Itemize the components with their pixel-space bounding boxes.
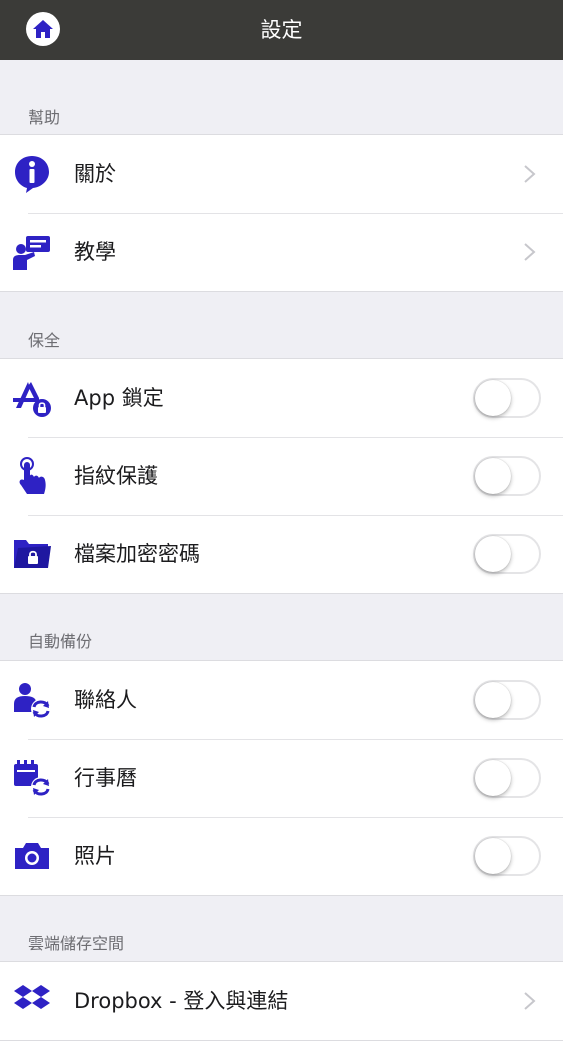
section-header-security: 保全 — [28, 331, 61, 350]
app-lock-label: App 鎖定 — [74, 386, 164, 410]
toggle-knob — [475, 458, 511, 494]
security-group: App 鎖定 指紋保護 檔案加密密碼 — [0, 358, 563, 594]
cloud-group: Dropbox - 登入與連結 — [0, 961, 563, 1041]
chevron-right-icon — [524, 243, 536, 261]
info-icon — [12, 154, 52, 194]
page-title: 設定 — [260, 18, 303, 42]
calendar-sync-icon — [12, 758, 52, 798]
calendar-label: 行事曆 — [74, 766, 137, 790]
calendar-row: 行事曆 — [0, 739, 563, 817]
tutorial-label: 教學 — [74, 240, 116, 264]
home-button[interactable] — [26, 12, 60, 46]
section-header-cloud: 雲端儲存空間 — [28, 934, 125, 953]
calendar-toggle[interactable] — [473, 758, 541, 798]
about-label: 關於 — [74, 162, 116, 186]
photos-label: 照片 — [74, 844, 116, 868]
file-encryption-row: 檔案加密密碼 — [0, 515, 563, 593]
backup-group: 聯絡人 行事曆 照片 — [0, 660, 563, 896]
photos-toggle[interactable] — [473, 836, 541, 876]
contacts-label: 聯絡人 — [74, 688, 137, 712]
toggle-knob — [475, 760, 511, 796]
section-header-backup: 自動備份 — [28, 632, 93, 651]
fingerprint-row: 指紋保護 — [0, 437, 563, 515]
tutorial-row[interactable]: 教學 — [0, 213, 563, 291]
toggle-knob — [475, 838, 511, 874]
toggle-knob — [475, 682, 511, 718]
dropbox-row[interactable]: Dropbox - 登入與連結 — [0, 962, 563, 1040]
home-icon — [33, 20, 53, 38]
dropbox-icon — [12, 981, 52, 1021]
fingerprint-icon — [12, 456, 52, 496]
photos-row: 照片 — [0, 817, 563, 895]
camera-icon — [12, 836, 52, 876]
chevron-right-icon — [524, 165, 536, 183]
fingerprint-label: 指紋保護 — [74, 464, 158, 488]
chevron-right-icon — [524, 992, 536, 1010]
app-lock-row: App 鎖定 — [0, 359, 563, 437]
folder-lock-icon — [12, 534, 52, 574]
about-row[interactable]: 關於 — [0, 135, 563, 213]
contacts-toggle[interactable] — [473, 680, 541, 720]
navigation-bar: 設定 — [0, 0, 563, 60]
toggle-knob — [475, 536, 511, 572]
app-lock-toggle[interactable] — [473, 378, 541, 418]
file-encryption-toggle[interactable] — [473, 534, 541, 574]
contacts-row: 聯絡人 — [0, 661, 563, 739]
contacts-sync-icon — [12, 680, 52, 720]
fingerprint-toggle[interactable] — [473, 456, 541, 496]
file-encryption-label: 檔案加密密碼 — [74, 542, 200, 566]
tutorial-icon — [12, 232, 52, 272]
app-lock-icon — [12, 378, 52, 418]
dropbox-label: Dropbox - 登入與連結 — [74, 989, 289, 1013]
toggle-knob — [475, 380, 511, 416]
help-group: 關於 教學 — [0, 134, 563, 292]
section-header-help: 幫助 — [28, 108, 61, 127]
